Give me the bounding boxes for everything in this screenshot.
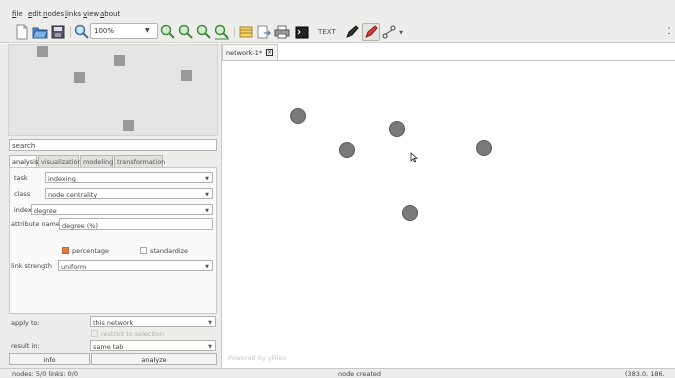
overflow-icon[interactable]: ⁚ [664,24,674,40]
attribute-name-value: degree (%) [62,222,99,230]
chevron-down-icon: ▼ [205,208,209,214]
analyze-button[interactable]: analyze [91,353,217,365]
network-tab-title: network-1* [226,49,263,57]
open-folder-icon[interactable] [32,24,48,40]
tab-transformation[interactable]: transformation [114,155,165,167]
table-icon[interactable] [238,24,254,40]
percentage-checkbox[interactable] [62,247,69,254]
menu-about[interactable]: about [100,10,120,18]
attribute-name-input[interactable]: degree (%) [59,218,213,230]
info-button[interactable]: info [9,353,90,365]
task-label: task [14,174,28,182]
pencil-icon[interactable] [344,24,360,40]
network-node[interactable] [476,140,492,156]
network-node[interactable] [339,142,355,158]
standardize-checkbox[interactable] [140,247,147,254]
zoom-in-icon[interactable] [160,24,176,40]
search-input[interactable]: search [9,139,217,151]
toolbar-separator [70,26,71,38]
export-icon[interactable] [256,24,272,40]
chevron-down-icon: ▼ [205,176,209,182]
layout-icon[interactable] [381,24,397,40]
zoom-fit-icon[interactable] [196,24,212,40]
apply-to-select[interactable]: this network ▼ [90,316,216,327]
class-select[interactable]: node centrality ▼ [45,188,213,199]
index-label: index [14,206,32,214]
link-strength-label: link strength [11,262,52,270]
network-node[interactable] [402,205,418,221]
new-file-icon[interactable] [14,24,30,40]
zoom-dropdown-icon[interactable]: ▼ [145,27,150,34]
chevron-down-icon: ▼ [205,192,209,198]
network-node[interactable] [290,108,306,124]
task-select-value: indexing [48,175,76,183]
chevron-down-icon: ▼ [208,344,212,350]
status-message: node created [338,370,382,378]
save-icon[interactable] [50,24,66,40]
network-node[interactable] [389,121,405,137]
tab-visualization[interactable]: visualization [38,155,82,167]
status-coordinates: (383.0, 186. [625,370,665,378]
zoom-level-value: 100% [94,27,115,35]
terminal-icon[interactable] [294,24,310,40]
tab-network-1[interactable]: network-1* × [222,44,278,60]
apply-to-value: this network [93,319,134,327]
overview-node [181,70,192,81]
close-icon[interactable]: × [266,49,273,56]
menu-nodes[interactable]: nodes [43,10,64,18]
status-bar: nodes: 5/0 links: 0/0 node created (383.… [0,368,675,378]
link-tool-icon[interactable] [362,23,380,41]
apply-to-label: apply to: [11,319,40,327]
mouse-pointer-icon [410,152,419,165]
menu-view[interactable]: view [83,10,99,18]
restrict-selection-checkbox[interactable] [91,330,98,337]
tab-modeling[interactable]: modeling [80,155,113,167]
menu-bar: file edit nodes links view about [0,0,675,21]
menu-edit[interactable]: edit [28,10,41,18]
tab-analysis[interactable]: analysis [9,155,38,167]
overview-node [123,120,134,131]
toolbar-separator [234,26,235,38]
standardize-label: standardize [150,247,189,255]
class-label: class [14,190,31,198]
link-strength-value: uniform [61,263,87,271]
class-select-value: node centrality [48,191,98,199]
menu-links[interactable]: links [65,10,81,18]
zoom-out-icon[interactable] [178,24,194,40]
search-input-value: search [12,142,36,150]
menu-file[interactable]: file [12,10,23,18]
overview-node [37,46,48,57]
task-select[interactable]: indexing ▼ [45,172,213,183]
index-select[interactable]: degree ▼ [31,204,213,215]
attribute-name-label: attribute name [11,220,60,228]
status-counts: nodes: 5/0 links: 0/0 [12,370,78,378]
zoom-selection-icon[interactable] [214,24,230,40]
overview-node [74,72,85,83]
link-strength-select[interactable]: uniform ▼ [58,260,213,271]
layout-dropdown-icon[interactable]: ▼ [397,25,405,41]
overview-node [114,55,125,66]
result-in-label: result in: [11,342,40,350]
zoom-icon[interactable] [74,24,90,40]
text-tool-button[interactable]: TEXT [318,28,336,36]
result-in-value: same tab [93,343,124,351]
percentage-label: percentage [72,247,110,255]
restrict-selection-label: restrict to selection [101,330,164,338]
powered-by-label: Powered by yFiles [228,354,286,362]
chevron-down-icon: ▼ [208,320,212,326]
index-select-value: degree [34,207,57,215]
chevron-down-icon: ▼ [205,264,209,270]
result-in-select[interactable]: same tab ▼ [90,340,216,351]
print-icon[interactable] [274,24,290,40]
overview-panel[interactable] [8,44,218,136]
network-canvas[interactable] [222,60,675,368]
